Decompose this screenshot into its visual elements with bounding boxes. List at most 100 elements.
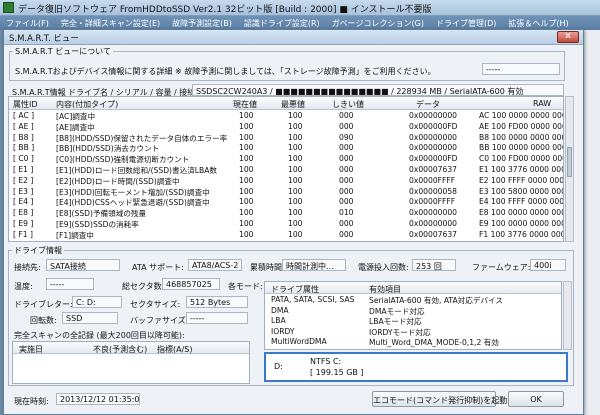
- menu-item[interactable]: 故障予測設定(B): [166, 16, 238, 30]
- table-row[interactable]: [ E2 ] [E2](HDD)ロード時間/(SSD)調査中 100 100 000 0x…: [9, 175, 564, 186]
- rpm-label: 回転数:: [30, 316, 57, 325]
- cell-enabled: S.M.A.R.T 対応: [369, 348, 422, 350]
- cell-raw: E2 100 FFFF 0000 0000: [479, 175, 564, 185]
- table-row[interactable]: [ C0 ] [C0](HDD/SSD)強制電源切断カウント 100 100 000 0x…: [9, 153, 563, 164]
- menu-item[interactable]: 認識ドライブ設定(R): [238, 16, 326, 30]
- table-row[interactable]: [ E9 ] [E9](SSD)SSDの消耗率 100 100 000 0x0000000…: [9, 218, 564, 229]
- smart-table-body: [ AC ] [AC]調査中 100 100 000 0x00000000 AC 100 0…: [9, 110, 564, 242]
- cell-name: [F2]調査中: [56, 241, 94, 242]
- attr-table-header: ドライブ属性 有効項目: [265, 282, 561, 294]
- menu-item[interactable]: ファイル(F): [0, 16, 55, 30]
- cell-data: 0x0000FFFF: [409, 197, 456, 207]
- drive-info-group-label: ドライブ情報: [12, 245, 64, 256]
- table-row[interactable]: DMA DMAモード対応: [265, 305, 561, 316]
- cell-current: 100: [239, 241, 254, 242]
- table-row[interactable]: S.M.A.R.T S.M.A.R.T 対応: [265, 347, 561, 350]
- full-scan-header: 実施日 不良(予測含む) 指標(A/S): [13, 342, 249, 354]
- cell-data: 0x00007637: [409, 229, 457, 239]
- ok-button[interactable]: OK: [508, 391, 564, 407]
- cell-raw: BB 100 0000 0000 0000: [479, 143, 564, 153]
- cell-id: [ BB ]: [13, 143, 35, 153]
- col-id: 属性ID: [13, 100, 38, 109]
- eco-mode-button[interactable]: エコモード(コマンド発行抑制)を起動: [372, 391, 507, 407]
- cell-data: 0x0000FFFF: [409, 175, 456, 185]
- cell-id: [ F2 ]: [13, 241, 33, 242]
- cell-id: [ AC ]: [13, 111, 35, 120]
- table-row[interactable]: MultiWordDMA Multi_Word_DMA_MODE-0,1,2 有効: [265, 336, 561, 347]
- close-button[interactable]: ✕: [557, 31, 579, 43]
- scrollbar-thumb[interactable]: [567, 147, 572, 177]
- table-row[interactable]: IORDY IORDYモード対応: [265, 326, 561, 337]
- table-row[interactable]: [ AC ] [AC]調査中 100 100 000 0x00000000 AC 100 0…: [9, 110, 563, 121]
- main-window-titlebar: データ復旧ソフトウェア FromHDDtoSSD Ver2.1 32ビット版 […: [0, 0, 600, 16]
- cell-data: 0x00000000: [409, 132, 457, 142]
- table-row[interactable]: [ E1 ] [E1](HDD)ロード回数総和/(SSD)書込済LBA数 100 10…: [9, 164, 564, 175]
- col-name: 内容(付加タイプ): [56, 100, 119, 109]
- attr-table-scrollbar[interactable]: [563, 281, 572, 350]
- about-group-label: S.M.A.R.T ビューについて: [13, 46, 113, 57]
- cell-data: 0x00000000: [409, 208, 457, 218]
- col-bad: 不良(予測含む): [93, 345, 148, 354]
- volume-size: [ 199.15 GB ]: [310, 368, 364, 377]
- table-row[interactable]: [ AE ] [AE]調査中 100 100 000 0x000000FD AE 100 F…: [9, 121, 563, 132]
- smart-table-scrollbar[interactable]: [565, 96, 574, 242]
- cell-raw: E4 100 FFFF 0000 0000: [479, 197, 564, 207]
- menu-item[interactable]: 拡張＆ヘルプ(H): [502, 16, 574, 30]
- table-row[interactable]: [ B8 ] [B8](HDD/SSD)保留されたデータ自体のエラー率 100 100…: [9, 132, 563, 143]
- cell-id: [ E3 ]: [13, 186, 34, 196]
- table-row[interactable]: [ F2 ] [F2]調査中 100 100 000 0x0000A4D1 F2 100 D…: [9, 240, 563, 242]
- buffer-size-value: -----: [186, 312, 248, 324]
- total-sectors-label: 総セクタ数:: [122, 282, 165, 291]
- hours-label: 累積時間:: [250, 263, 285, 272]
- col-worst: 最悪値: [281, 100, 305, 109]
- drive-attribute-table[interactable]: ドライブ属性 有効項目 PATA, SATA, SCSI, SAS SerialA…: [264, 281, 562, 350]
- menu-item[interactable]: ガベージコレクション(G): [326, 16, 430, 30]
- drive-letter-label: ドライブレター:: [14, 300, 73, 309]
- cell-raw: E1 100 3776 0000 0000: [479, 164, 564, 174]
- table-row[interactable]: [ E3 ] [E3](HDD)回転モーメント増加/(SSD)調査中 100 100 0…: [9, 186, 563, 197]
- main-window-title: データ復旧ソフトウェア FromHDDtoSSD Ver2.1 32ビット版 […: [18, 5, 432, 15]
- cell-id: [ E2 ]: [13, 175, 34, 185]
- connection-value: SATA接続: [46, 259, 120, 271]
- cell-worst: 100: [288, 111, 303, 120]
- cell-current: 100: [239, 164, 254, 174]
- cell-raw: E9 100 0000 0000 0000: [479, 218, 564, 228]
- cell-attr: DMA: [271, 305, 289, 315]
- cell-data: 0x00000000: [409, 111, 457, 120]
- cell-current: 100: [239, 175, 254, 185]
- volume-box[interactable]: D: NTFS C: [ 199.15 GB ]: [264, 352, 568, 382]
- table-row[interactable]: PATA, SATA, SCSI, SAS SerialATA-600 有効, A…: [265, 294, 561, 305]
- cell-current: 100: [239, 229, 254, 239]
- cell-data: 0x00000000: [409, 143, 457, 153]
- cell-worst: 100: [288, 132, 303, 142]
- cell-worst: 100: [288, 186, 303, 196]
- volume-filesystem: NTFS C:: [310, 357, 342, 366]
- table-row[interactable]: [ F1 ] [F1]調査中 100 100 000 0x00007637 F1 100 3…: [9, 229, 563, 240]
- current-time-label: 現在時刻:: [14, 397, 49, 406]
- full-scan-table[interactable]: 実施日 不良(予測含む) 指標(A/S): [12, 341, 250, 384]
- table-row[interactable]: [ E4 ] [E4](HDD)CSSヘッド緊急退避/(SSD)調査中 100 100…: [9, 196, 564, 207]
- cell-id: [ AE ]: [13, 121, 34, 131]
- cell-id: [ F1 ]: [13, 229, 33, 239]
- menu-item[interactable]: ドライブ管理(D): [430, 16, 502, 30]
- cell-worst: 100: [288, 208, 303, 218]
- sector-size-value: 512 Bytes: [186, 296, 248, 308]
- sector-size-label: セクタサイズ:: [130, 300, 181, 309]
- table-row[interactable]: [ BB ] [BB](HDD/SSD)消去カウント 100 100 000 0x0000…: [9, 142, 564, 153]
- cell-current: 100: [239, 186, 254, 196]
- power-on-label: 電源投入回数:: [358, 263, 409, 272]
- table-row[interactable]: LBA LBAモード対応: [265, 315, 561, 326]
- col-data: データ: [416, 100, 440, 109]
- volume-letter: D:: [274, 362, 283, 371]
- menu-item[interactable]: 完全・詳細スキャン設定(E): [55, 16, 166, 30]
- cell-worst: 100: [288, 164, 303, 174]
- table-row[interactable]: [ E8 ] [E8](SSD)予備領域の残量 100 100 010 0x0000000…: [9, 207, 563, 218]
- cell-threshold: 000: [339, 111, 354, 120]
- smart-attribute-table[interactable]: 属性ID 内容(付加タイプ) 現在値 最悪値 しきい値 データ RAW [ AC…: [8, 96, 564, 242]
- dialog-titlebar: S.M.A.R.T. ビュー ✕: [4, 30, 583, 45]
- cell-attr: MultiWordDMA: [271, 337, 327, 346]
- main-menubar: ファイル(F) 完全・詳細スキャン設定(E) 故障予測設定(B) 認識ドライブ設定(R…: [0, 16, 600, 30]
- cell-data: 0x00007637: [409, 164, 457, 174]
- cell-worst: 100: [288, 241, 303, 242]
- cell-worst: 100: [288, 143, 303, 153]
